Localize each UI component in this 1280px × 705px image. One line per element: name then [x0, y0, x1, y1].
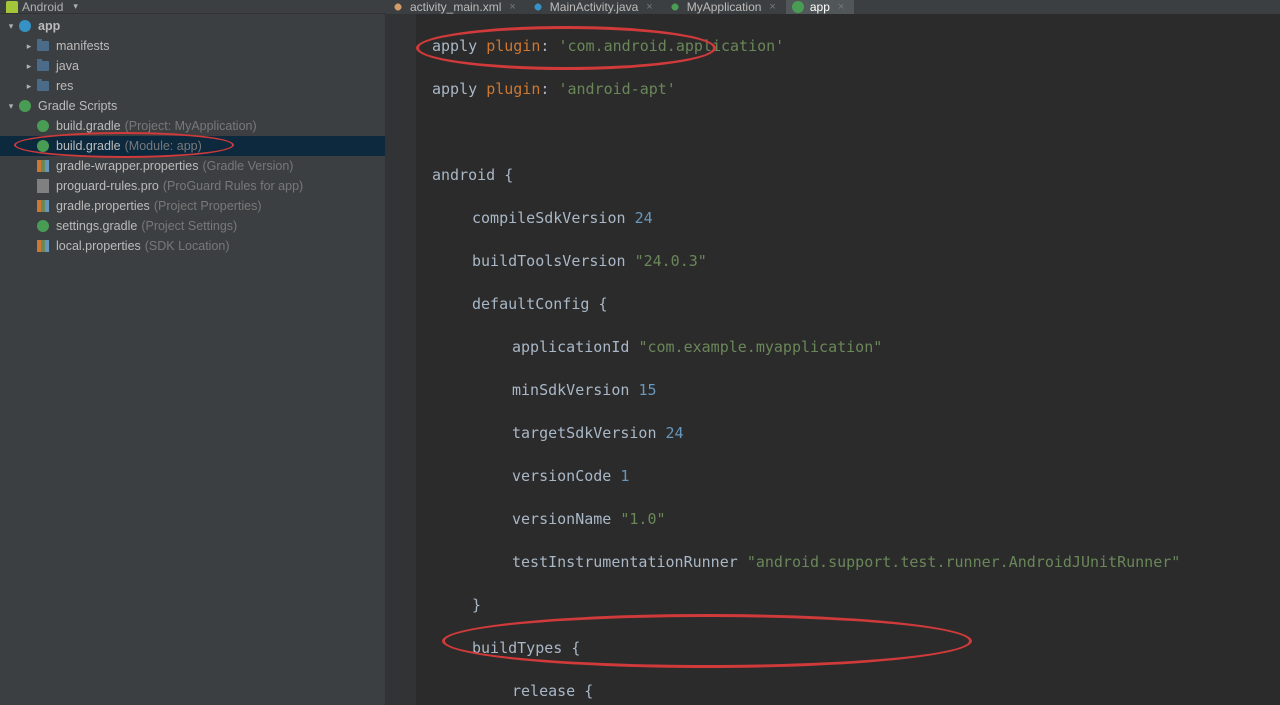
code-editor[interactable]: activity_main.xml× MainActivity.java× My…	[386, 14, 1280, 705]
gradle-file-icon	[37, 220, 49, 232]
close-icon[interactable]: ×	[646, 1, 652, 13]
script-gradle-properties[interactable]: gradle.properties (Project Properties)	[0, 196, 385, 216]
tab-activity-main[interactable]: activity_main.xml×	[386, 0, 526, 14]
script-build-gradle-module[interactable]: build.gradle (Module: app)	[0, 136, 385, 156]
project-tree[interactable]: ▾ app ▸ manifests ▸ java ▸ res	[0, 14, 386, 705]
tab-main-activity[interactable]: MainActivity.java×	[526, 0, 663, 14]
twisty-open-icon: ▾	[4, 101, 18, 112]
script-settings-gradle[interactable]: settings.gradle (Project Settings)	[0, 216, 385, 236]
twisty-open-icon: ▾	[4, 21, 18, 32]
properties-icon	[37, 240, 49, 252]
folder-icon	[37, 81, 49, 91]
gradle-file-icon	[37, 140, 49, 152]
tab-app-gradle[interactable]: app×	[786, 0, 854, 14]
close-icon[interactable]: ×	[838, 1, 844, 13]
properties-icon	[37, 200, 49, 212]
tab-my-application[interactable]: MyApplication×	[663, 0, 786, 14]
folder-icon	[37, 61, 49, 71]
script-build-gradle-project[interactable]: build.gradle (Project: MyApplication)	[0, 116, 385, 136]
twisty-closed-icon: ▸	[22, 61, 36, 72]
module-label: app	[38, 19, 60, 33]
close-icon[interactable]: ×	[769, 1, 775, 13]
module-icon	[19, 20, 31, 32]
script-local-properties[interactable]: local.properties (SDK Location)	[0, 236, 385, 256]
gradle-scripts[interactable]: ▾ Gradle Scripts	[0, 96, 385, 116]
folder-java[interactable]: ▸ java	[0, 56, 385, 76]
folder-res[interactable]: ▸ res	[0, 76, 385, 96]
gradle-icon	[19, 100, 31, 112]
script-gradle-wrapper[interactable]: gradle-wrapper.properties (Gradle Versio…	[0, 156, 385, 176]
app-icon	[669, 1, 681, 13]
twisty-closed-icon: ▸	[22, 41, 36, 52]
xml-icon	[392, 1, 404, 13]
fold-gutter	[416, 14, 430, 705]
line-gutter	[386, 14, 416, 705]
editor-tab-bar: activity_main.xml× MainActivity.java× My…	[386, 0, 1280, 14]
java-icon	[532, 1, 544, 13]
folder-icon	[37, 41, 49, 51]
twisty-closed-icon: ▸	[22, 81, 36, 92]
close-icon[interactable]: ×	[509, 1, 515, 13]
file-icon	[37, 179, 49, 193]
script-proguard[interactable]: proguard-rules.pro (ProGuard Rules for a…	[0, 176, 385, 196]
module-app[interactable]: ▾ app	[0, 16, 385, 36]
folder-manifests[interactable]: ▸ manifests	[0, 36, 385, 56]
properties-icon	[37, 160, 49, 172]
gradle-file-icon	[37, 120, 49, 132]
code-area[interactable]: apply plugin: 'com.android.application' …	[432, 14, 1280, 705]
gradle-icon	[792, 1, 804, 13]
